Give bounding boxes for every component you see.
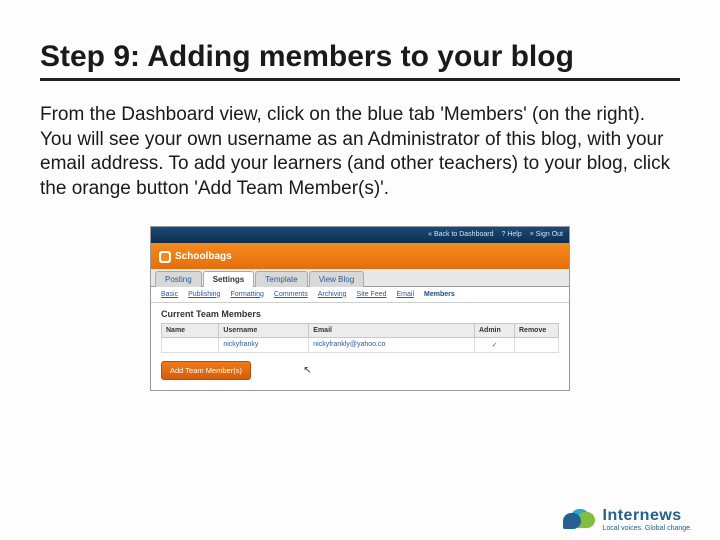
cell-remove[interactable] bbox=[515, 337, 559, 352]
cursor-icon: ↖ bbox=[303, 365, 311, 376]
footer-logo: Internews Local voices. Global change. bbox=[563, 507, 693, 532]
back-to-dashboard-link[interactable]: « Back to Dashboard bbox=[428, 231, 493, 238]
col-name: Name bbox=[162, 323, 219, 337]
cell-name bbox=[162, 337, 219, 352]
subnav-email[interactable]: Email bbox=[397, 291, 415, 298]
blogger-icon bbox=[159, 251, 171, 263]
subnav-members[interactable]: Members bbox=[424, 291, 455, 298]
cell-username: nickyfranky bbox=[219, 337, 309, 352]
subnav-publishing[interactable]: Publishing bbox=[188, 291, 220, 298]
tab-posting[interactable]: Posting bbox=[155, 271, 202, 287]
tab-view-blog[interactable]: View Blog bbox=[309, 271, 364, 287]
team-members-heading: Current Team Members bbox=[161, 309, 559, 319]
main-tab-row: Posting Settings Template View Blog bbox=[151, 269, 569, 287]
dashboard-topnav: « Back to Dashboard ? Help × Sign Out bbox=[151, 227, 569, 243]
col-email: Email bbox=[309, 323, 475, 337]
settings-subnav: Basic Publishing Formatting Comments Arc… bbox=[151, 287, 569, 303]
cell-admin[interactable]: ✓ bbox=[475, 337, 515, 352]
tab-settings[interactable]: Settings bbox=[203, 271, 255, 287]
step-title: Step 9: Adding members to your blog bbox=[40, 40, 680, 81]
blog-brand-name: Schoolbags bbox=[175, 251, 232, 262]
cell-email: nickyfrankly@yahoo.co bbox=[309, 337, 475, 352]
subnav-site-feed[interactable]: Site Feed bbox=[357, 291, 387, 298]
instruction-text: From the Dashboard view, click on the bl… bbox=[40, 103, 680, 202]
add-team-member-button[interactable]: Add Team Member(s) bbox=[161, 361, 251, 380]
embedded-screenshot: « Back to Dashboard ? Help × Sign Out Sc… bbox=[150, 226, 570, 391]
table-row: nickyfranky nickyfrankly@yahoo.co ✓ bbox=[162, 337, 559, 352]
tab-template[interactable]: Template bbox=[255, 271, 307, 287]
col-admin: Admin bbox=[475, 323, 515, 337]
help-link[interactable]: ? Help bbox=[501, 231, 521, 238]
col-username: Username bbox=[219, 323, 309, 337]
signout-link[interactable]: × Sign Out bbox=[530, 231, 563, 238]
subnav-formatting[interactable]: Formatting bbox=[230, 291, 263, 298]
footer-tagline: Local voices. Global change. bbox=[603, 525, 693, 532]
subnav-basic[interactable]: Basic bbox=[161, 291, 178, 298]
subnav-comments[interactable]: Comments bbox=[274, 291, 308, 298]
internews-icon bbox=[563, 509, 597, 531]
footer-brand: Internews bbox=[603, 507, 693, 525]
team-members-table: Name Username Email Admin Remove nickyfr… bbox=[161, 323, 559, 353]
brand-bar: Schoolbags bbox=[151, 243, 569, 269]
table-header-row: Name Username Email Admin Remove bbox=[162, 323, 559, 337]
col-remove: Remove bbox=[515, 323, 559, 337]
subnav-archiving[interactable]: Archiving bbox=[318, 291, 347, 298]
